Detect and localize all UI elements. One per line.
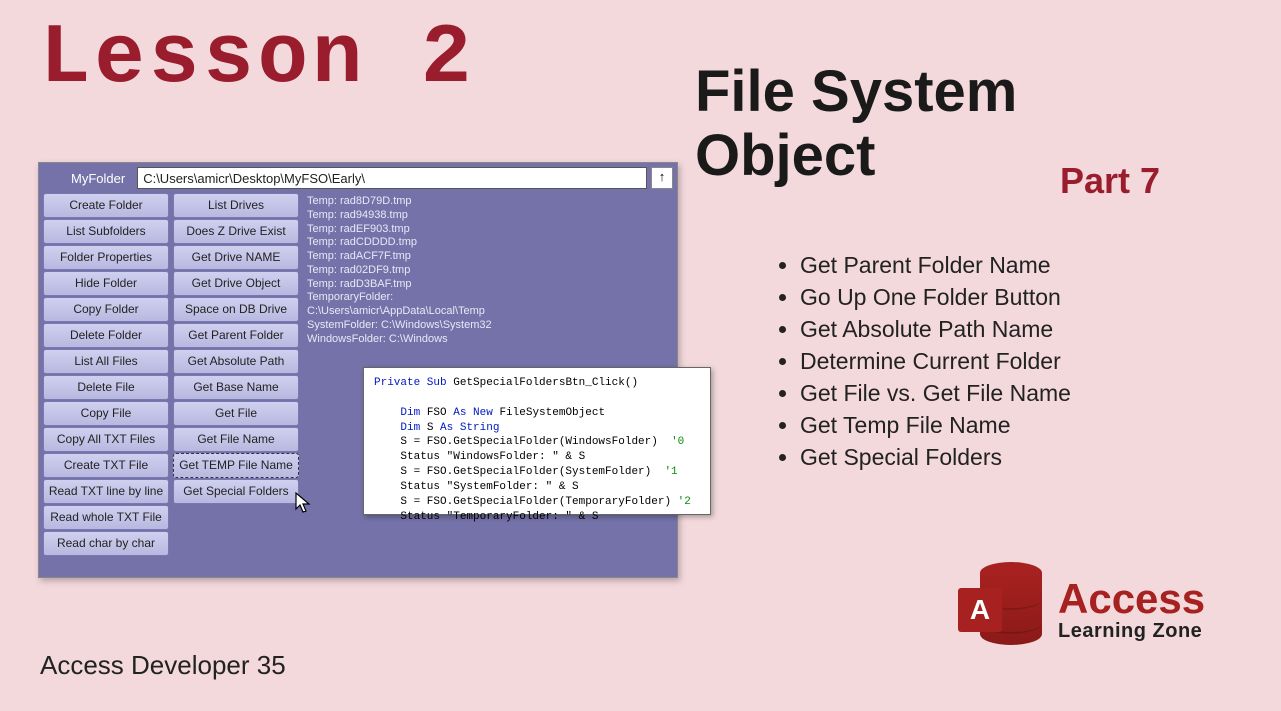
list-drives-button[interactable]: List Drives — [173, 193, 299, 218]
create-txt-button[interactable]: Create TXT File — [43, 453, 169, 478]
get-special-folders-button[interactable]: Get Special Folders — [173, 479, 299, 504]
output-line: SystemFolder: C:\Windows\System32 — [307, 319, 669, 333]
topic-item: Get Absolute Path Name — [800, 314, 1240, 345]
output-line: Temp: rad94938.tmp — [307, 209, 669, 223]
footer-label: Access Developer 35 — [40, 650, 286, 681]
topic-item: Go Up One Folder Button — [800, 282, 1240, 313]
hide-folder-button[interactable]: Hide Folder — [43, 271, 169, 296]
topic-item: Get Parent Folder Name — [800, 250, 1240, 281]
topic-item: Get File vs. Get File Name — [800, 378, 1240, 409]
output-line: TemporaryFolder: — [307, 291, 669, 305]
topic-item: Get Special Folders — [800, 442, 1240, 473]
access-letter: A — [958, 588, 1002, 632]
topic-item: Get Temp File Name — [800, 410, 1240, 441]
output-line: Temp: radCDDDD.tmp — [307, 236, 669, 250]
read-txt-line-button[interactable]: Read TXT line by line — [43, 479, 169, 504]
copy-file-button[interactable]: Copy File — [43, 401, 169, 426]
read-whole-txt-button[interactable]: Read whole TXT File — [43, 505, 169, 530]
delete-folder-button[interactable]: Delete Folder — [43, 323, 169, 348]
logo-text: Access Learning Zone — [1058, 578, 1205, 643]
heading-line2: Object — [695, 124, 1017, 188]
list-subfolders-button[interactable]: List Subfolders — [43, 219, 169, 244]
copy-folder-button[interactable]: Copy Folder — [43, 297, 169, 322]
get-parent-folder-button[interactable]: Get Parent Folder — [173, 323, 299, 348]
output-line: Temp: rad02DF9.tmp — [307, 264, 669, 278]
logo-line2: Learning Zone — [1058, 620, 1205, 643]
list-all-files-button[interactable]: List All Files — [43, 349, 169, 374]
lesson-title: Lesson 2 — [40, 12, 475, 107]
myfolder-input[interactable] — [137, 167, 647, 189]
topic-item: Determine Current Folder — [800, 346, 1240, 377]
space-on-db-drive-button[interactable]: Space on DB Drive — [173, 297, 299, 322]
up-folder-button[interactable]: ↑ — [651, 167, 673, 189]
folder-properties-button[interactable]: Folder Properties — [43, 245, 169, 270]
myfolder-label: MyFolder — [43, 171, 133, 186]
get-drive-object-button[interactable]: Get Drive Object — [173, 271, 299, 296]
get-file-name-button[interactable]: Get File Name — [173, 427, 299, 452]
get-file-button[interactable]: Get File — [173, 401, 299, 426]
heading-block: File System Object — [695, 60, 1017, 188]
delete-file-button[interactable]: Delete File — [43, 375, 169, 400]
create-folder-button[interactable]: Create Folder — [43, 193, 169, 218]
output-line: Temp: radEF903.tmp — [307, 223, 669, 237]
access-icon: A — [958, 560, 1046, 660]
form-header: MyFolder ↑ — [39, 163, 677, 193]
get-temp-file-name-button[interactable]: Get TEMP File Name — [173, 453, 299, 478]
output-line: Temp: rad8D79D.tmp — [307, 195, 669, 209]
get-drive-name-button[interactable]: Get Drive NAME — [173, 245, 299, 270]
output-line: WindowsFolder: C:\Windows — [307, 333, 669, 347]
heading-line1: File System — [695, 60, 1017, 124]
logo-block: A Access Learning Zone — [958, 560, 1205, 660]
copy-all-txt-button[interactable]: Copy All TXT Files — [43, 427, 169, 452]
read-char-button[interactable]: Read char by char — [43, 531, 169, 556]
logo-line1: Access — [1058, 578, 1205, 620]
code-snippet: Private Sub GetSpecialFoldersBtn_Click()… — [363, 367, 711, 515]
get-base-name-button[interactable]: Get Base Name — [173, 375, 299, 400]
output-line: Temp: radACF7F.tmp — [307, 250, 669, 264]
output-line: C:\Users\amicr\AppData\Local\Temp — [307, 305, 669, 319]
topic-list: Get Parent Folder Name Go Up One Folder … — [800, 250, 1240, 474]
does-z-exist-button[interactable]: Does Z Drive Exist — [173, 219, 299, 244]
output-line: Temp: radD3BAF.tmp — [307, 278, 669, 292]
button-grid: Create Folder List Subfolders Folder Pro… — [43, 193, 299, 556]
get-absolute-path-button[interactable]: Get Absolute Path — [173, 349, 299, 374]
part-label: Part 7 — [1060, 160, 1160, 202]
